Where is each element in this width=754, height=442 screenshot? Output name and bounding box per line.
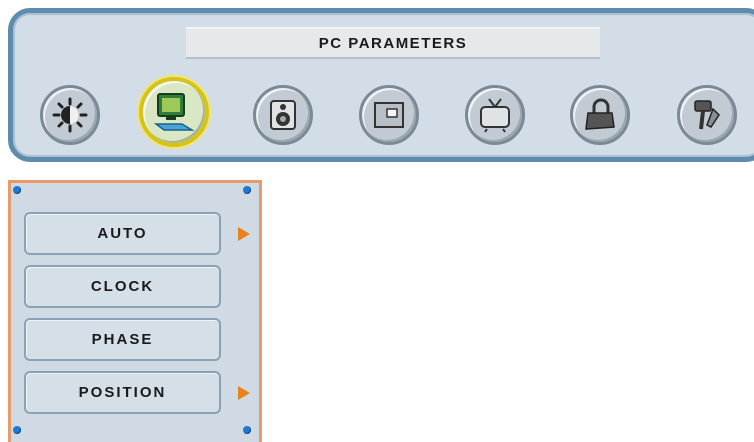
- corner-dot-bottom-left: [13, 426, 21, 434]
- menu-item-phase[interactable]: PHASE: [24, 318, 221, 361]
- tv-icon[interactable]: [465, 85, 525, 145]
- corner-dot-bottom-right: [243, 426, 251, 434]
- corner-dot-top-left: [13, 186, 21, 194]
- auto-submenu-arrow-icon: [238, 227, 250, 241]
- brightness-icon[interactable]: [40, 85, 100, 145]
- speaker-icon[interactable]: [253, 85, 313, 145]
- window-icon[interactable]: [359, 85, 419, 145]
- lock-icon[interactable]: [570, 85, 630, 145]
- category-icon-row: [13, 13, 754, 157]
- tools-icon[interactable]: [677, 85, 737, 145]
- menu-item-position[interactable]: POSITION: [24, 371, 221, 414]
- menu-item-auto[interactable]: AUTO: [24, 212, 221, 255]
- corner-dot-top-right: [243, 186, 251, 194]
- pc-monitor-icon[interactable]: [139, 77, 209, 147]
- position-submenu-arrow-icon: [238, 386, 250, 400]
- osd-header-panel: PC PARAMETERS: [8, 8, 754, 162]
- menu-item-clock[interactable]: CLOCK: [24, 265, 221, 308]
- pc-parameters-menu: AUTO CLOCK PHASE POSITION: [8, 180, 262, 442]
